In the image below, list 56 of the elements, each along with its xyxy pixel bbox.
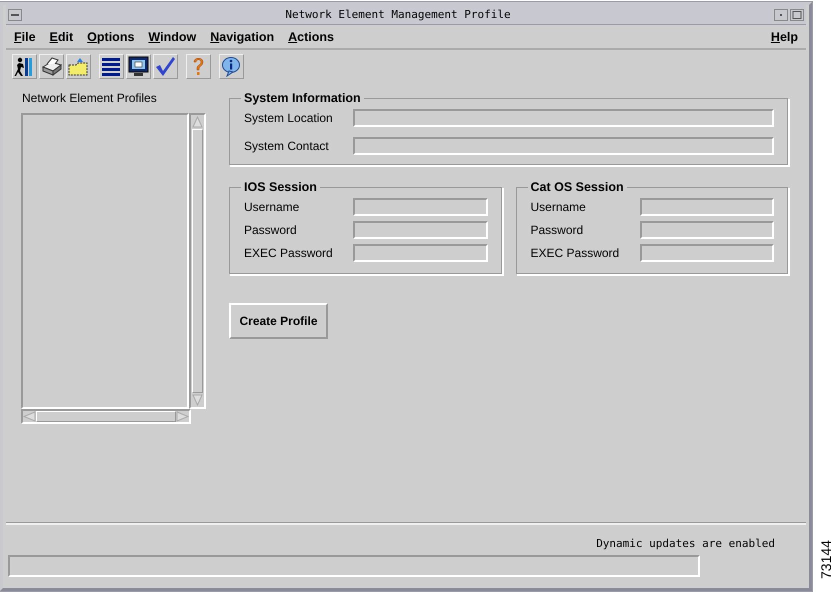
window-title: Network Element Management Profile bbox=[284, 8, 512, 21]
input-field[interactable] bbox=[353, 109, 774, 127]
minimize-icon[interactable] bbox=[774, 8, 788, 20]
group-title: System Information bbox=[243, 91, 362, 105]
toolbar-button[interactable] bbox=[39, 54, 64, 79]
monitor-icon bbox=[128, 56, 149, 77]
toolbar-button[interactable] bbox=[126, 54, 151, 79]
field-label: EXEC Password bbox=[530, 246, 620, 260]
input-field[interactable] bbox=[353, 221, 488, 239]
exit-figure-icon bbox=[14, 56, 35, 77]
menu-item[interactable]: Edit bbox=[50, 30, 74, 44]
field-label: Password bbox=[244, 223, 298, 237]
toolbar-button[interactable] bbox=[153, 54, 178, 79]
input-field[interactable] bbox=[640, 244, 774, 262]
toolbar-button[interactable] bbox=[12, 54, 37, 79]
toolbar-button[interactable] bbox=[66, 54, 91, 79]
menu-item[interactable]: Actions bbox=[288, 30, 334, 44]
scroll-thumb[interactable] bbox=[36, 411, 176, 422]
group-title: IOS Session bbox=[243, 180, 318, 194]
figure-number: 73144 bbox=[818, 540, 831, 579]
field-label: System Location bbox=[244, 111, 334, 125]
scroll-down-icon[interactable] bbox=[191, 394, 204, 407]
printer-icon bbox=[41, 56, 62, 77]
group-title: Cat OS Session bbox=[530, 180, 625, 194]
field-label: Username bbox=[244, 200, 300, 214]
scroll-thumb[interactable] bbox=[192, 129, 203, 393]
field-label: System Contact bbox=[244, 139, 330, 153]
input-field[interactable] bbox=[640, 198, 774, 216]
create-profile-button[interactable]: Create Profile bbox=[229, 303, 328, 339]
list-icon bbox=[101, 56, 122, 77]
menu-item[interactable]: Window bbox=[148, 30, 196, 44]
help-menu[interactable]: Help bbox=[770, 30, 798, 44]
scroll-left-icon[interactable] bbox=[23, 411, 36, 422]
horizontal-scrollbar[interactable] bbox=[21, 409, 191, 424]
toolbar-button[interactable] bbox=[99, 54, 124, 79]
list-title: Network Element Profiles bbox=[21, 91, 158, 107]
scroll-up-icon[interactable] bbox=[191, 115, 204, 128]
toolbar-button[interactable] bbox=[219, 54, 244, 79]
input-field[interactable] bbox=[353, 244, 488, 262]
maximize-icon[interactable] bbox=[790, 8, 804, 20]
field-label: EXEC Password bbox=[244, 246, 334, 260]
window-menu-icon[interactable] bbox=[8, 8, 22, 20]
status-message: Dynamic updates are enabled bbox=[596, 537, 775, 550]
checkmark-icon bbox=[155, 56, 176, 77]
menu-item[interactable]: Navigation bbox=[210, 30, 274, 44]
input-field[interactable] bbox=[640, 221, 774, 239]
menu-item[interactable]: File bbox=[14, 30, 36, 44]
scroll-right-icon[interactable] bbox=[176, 411, 189, 422]
vertical-scrollbar[interactable] bbox=[189, 113, 206, 409]
menu-item[interactable]: Options bbox=[87, 30, 134, 44]
input-field[interactable] bbox=[353, 198, 488, 216]
info-icon bbox=[221, 56, 242, 77]
field-label: Username bbox=[530, 200, 587, 214]
field-label: Password bbox=[530, 223, 584, 237]
folder-icon bbox=[68, 56, 89, 77]
input-field[interactable] bbox=[353, 137, 774, 155]
